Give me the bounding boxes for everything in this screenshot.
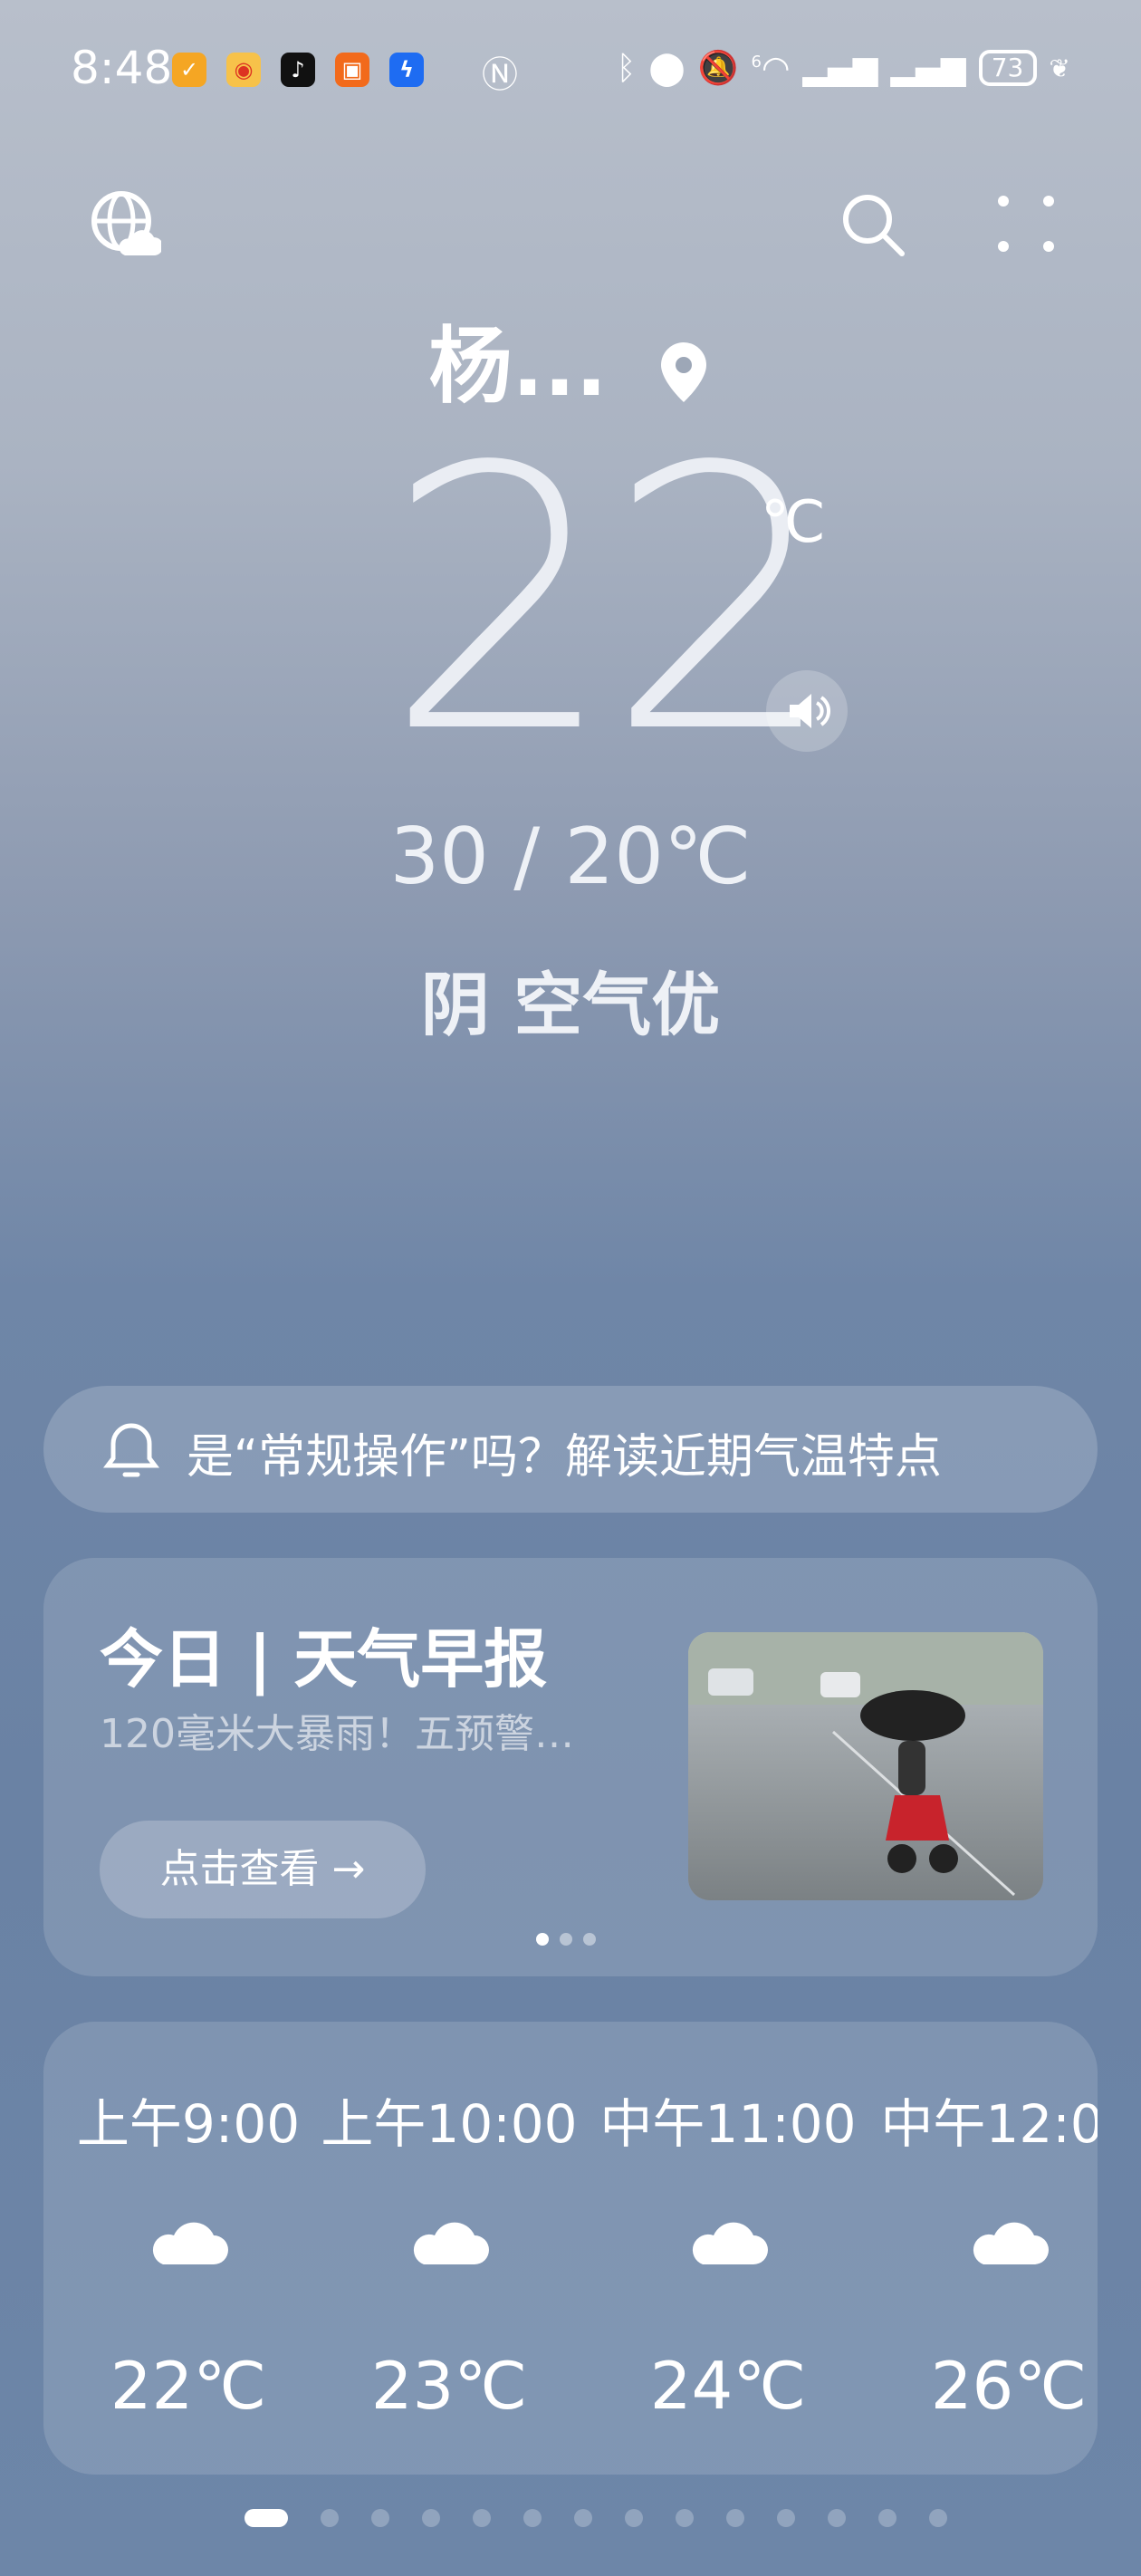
wifi-label: 6 — [751, 52, 762, 72]
page-dot[interactable] — [929, 2509, 947, 2527]
leaf-icon: ❦ — [1049, 53, 1070, 83]
hourly-item: 中午12:00 26℃ — [873, 2022, 1098, 2475]
page-dot[interactable] — [726, 2509, 744, 2527]
app-blue-icon: ϟ — [389, 53, 424, 87]
news-subtitle: 120毫米大暴雨！五预警… — [100, 1711, 574, 1757]
speaker-icon — [790, 694, 830, 728]
app-taobao-icon: ✓ — [172, 53, 206, 87]
cloudy-icon — [413, 2222, 489, 2264]
cloudy-icon — [152, 2222, 228, 2264]
hourly-temp: 23℃ — [370, 2348, 528, 2424]
news-thumbnail — [688, 1632, 1043, 1900]
app-douyin-icon: ♪ — [281, 53, 315, 87]
cloudy-icon — [692, 2222, 768, 2264]
page-dot[interactable] — [371, 2509, 389, 2527]
hourly-time: 上午9:00 — [76, 2093, 301, 2155]
hourly-item: 上午9:00 22℃ — [53, 2022, 324, 2475]
hourly-time: 中午12:00 — [880, 2093, 1098, 2155]
hourly-temp: 24℃ — [649, 2348, 807, 2424]
search-icon[interactable] — [837, 188, 909, 261]
cloudy-icon — [973, 2222, 1049, 2264]
more-menu-icon[interactable] — [994, 192, 1058, 255]
status-time: 8:48 — [71, 42, 173, 94]
hourly-time: 上午10:00 — [321, 2093, 578, 2155]
page-dot[interactable] — [878, 2509, 896, 2527]
weather-condition: 阴 空气优 — [420, 965, 721, 1045]
city-page-indicator — [244, 2507, 947, 2529]
app-orange-icon: ▣ — [335, 53, 369, 87]
mute-icon: 🔕 — [697, 50, 739, 87]
signal-1-icon: ▂▄▆ — [802, 49, 878, 87]
temperature-unit: ℃ — [761, 489, 826, 556]
page-dot[interactable] — [676, 2509, 694, 2527]
view-button[interactable]: 点击查看 → — [100, 1821, 426, 1918]
page-dot-active[interactable] — [244, 2509, 288, 2527]
high-low-temperature: 30 / 20℃ — [389, 812, 752, 902]
page-dot[interactable] — [321, 2509, 339, 2527]
page-dot[interactable] — [828, 2509, 846, 2527]
hourly-item: 中午11:00 24℃ — [592, 2022, 864, 2475]
signal-2-icon: ▂▄▆ — [890, 49, 966, 87]
battery-icon: 73 — [978, 50, 1037, 86]
news-title: 今日 | 天气早报 — [100, 1622, 548, 1697]
page-dot[interactable] — [625, 2509, 643, 2527]
pager-dot-active[interactable] — [536, 1933, 549, 1946]
page-dot[interactable] — [473, 2509, 491, 2527]
location-icon: ⬤ — [648, 49, 686, 87]
page-dot[interactable] — [777, 2509, 795, 2527]
nfc-icon: Ⓝ — [482, 54, 518, 96]
status-icons: ᛒ ⬤ 🔕 6◠ ▂▄▆ ▂▄▆ 73 ❦ — [617, 47, 1070, 89]
hourly-item: 上午10:00 23℃ — [313, 2022, 585, 2475]
page-dot[interactable] — [523, 2509, 542, 2527]
status-bar: 8:48 ✓ ◉ ♪ ▣ ϟ Ⓝ ᛒ ⬤ 🔕 6◠ ▂▄▆ ▂▄▆ 73 ❦ — [0, 0, 1141, 145]
rain-scooter-image — [688, 1632, 1043, 1900]
pager-dot[interactable] — [560, 1933, 572, 1946]
app-weibo-icon: ◉ — [226, 53, 261, 87]
hourly-forecast-card[interactable]: 上午9:00 22℃ 上午10:00 23℃ 中午11:00 24℃ 中午12:… — [43, 2022, 1098, 2475]
bell-alert-icon — [103, 1423, 159, 1477]
page-dot[interactable] — [422, 2509, 440, 2527]
page-dot[interactable] — [574, 2509, 592, 2527]
weather-alert-banner[interactable]: 是“常规操作”吗？解读近期气温特点 — [43, 1386, 1098, 1513]
wifi-icon: 6◠ — [751, 49, 791, 87]
hourly-temp: 22℃ — [110, 2348, 267, 2424]
hourly-time: 中午11:00 — [599, 2093, 857, 2155]
alert-text: 是“常规操作”吗？解读近期气温特点 — [187, 1430, 942, 1485]
pager-dot[interactable] — [583, 1933, 596, 1946]
bluetooth-icon: ᛒ — [616, 49, 637, 87]
speaker-button[interactable] — [766, 670, 848, 752]
globe-cloud-icon[interactable] — [89, 188, 161, 261]
current-temperature: 22 — [385, 391, 837, 812]
weather-news-card[interactable]: 今日 | 天气早报 120毫米大暴雨！五预警… 点击查看 → — [43, 1558, 1098, 1976]
hourly-temp: 26℃ — [930, 2348, 1088, 2424]
news-pager — [536, 1933, 596, 1946]
